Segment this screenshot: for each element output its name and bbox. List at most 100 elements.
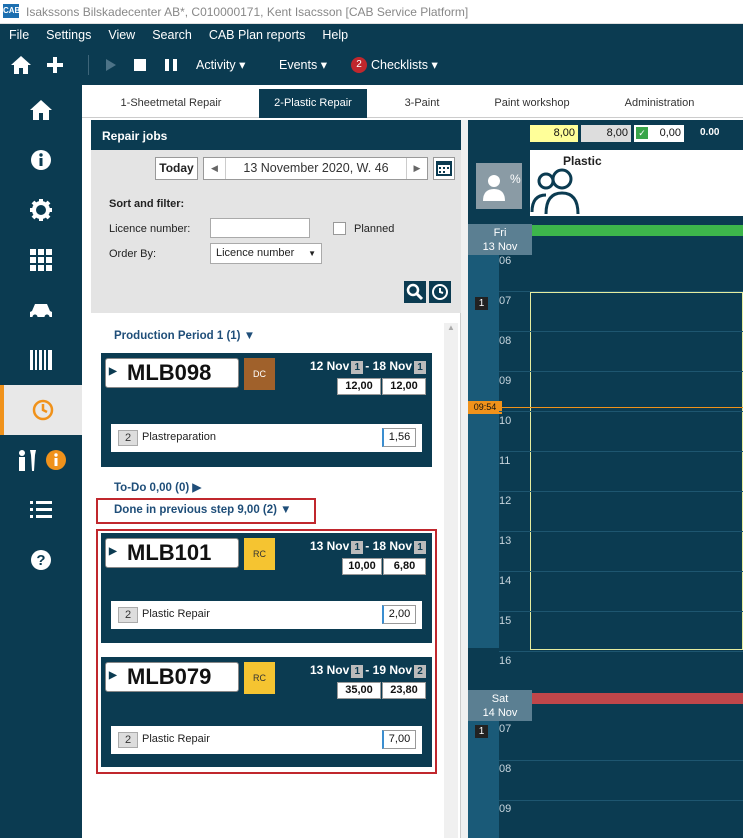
barcode-icon: [30, 350, 52, 370]
grid-icon: [30, 249, 52, 271]
svg-text:%: %: [510, 172, 521, 186]
menu-help[interactable]: Help: [322, 28, 348, 42]
tab-plastic-repair[interactable]: 2-Plastic Repair: [259, 89, 367, 118]
left-navigation: ?: [0, 85, 82, 838]
expand-icon: ▶: [109, 546, 117, 557]
hour-line: [499, 491, 743, 492]
planned-hours: 10,00: [342, 558, 382, 575]
next-day-button[interactable]: ▶: [406, 158, 427, 179]
nav-grid[interactable]: [0, 235, 82, 285]
nav-barcode[interactable]: [0, 335, 82, 385]
work-block[interactable]: [530, 292, 743, 650]
nav-home[interactable]: [0, 85, 82, 135]
today-button[interactable]: Today: [155, 157, 198, 180]
planned-checkbox[interactable]: [333, 222, 346, 235]
hour-label: 07: [499, 295, 512, 307]
hour-label: 09: [499, 803, 512, 815]
remaining-value: 0.00: [700, 127, 720, 138]
day-header-fri: Fri 13 Nov: [468, 224, 532, 255]
licence-plate: ▶ MLB079: [105, 662, 239, 692]
splitter[interactable]: [461, 120, 468, 838]
production-period-header[interactable]: Production Period 1 (1) ▼: [114, 330, 255, 342]
expand-icon: ▶: [109, 670, 117, 681]
calendar-button[interactable]: [433, 157, 455, 180]
status-badge: DC: [244, 358, 275, 390]
previous-day-button[interactable]: ◀: [204, 158, 226, 179]
hour-label: 06: [499, 255, 512, 267]
job-card-mlb101[interactable]: ▶ MLB101 RC 13 Nov 1- 18 Nov 1 10,00 6,80 2…: [101, 533, 432, 643]
events-dropdown[interactable]: Events ▾: [279, 45, 327, 85]
day-column-fri: [468, 255, 499, 648]
nav-vehicles[interactable]: [0, 285, 82, 335]
expand-icon: ▶: [109, 366, 117, 377]
activity-dropdown[interactable]: Activity ▾: [196, 45, 245, 85]
status-badge: RC: [244, 662, 275, 694]
pause-icon[interactable]: [165, 59, 177, 71]
licence-number-input[interactable]: [210, 218, 310, 238]
worker-icon: [19, 450, 36, 471]
filter-panel: Today ◀ 13 November 2020, W. 46 ▶ Sort a…: [91, 150, 461, 313]
svg-text:?: ?: [36, 552, 45, 569]
order-by-select[interactable]: Licence number ▼: [210, 243, 322, 264]
chevron-down-icon: ▼: [243, 330, 256, 342]
list-scrollbar[interactable]: ▲: [444, 323, 458, 838]
job-step-row[interactable]: 2 Plastic Repair 7,00: [111, 726, 422, 754]
planned-hours: 35,00: [337, 682, 381, 699]
menu-settings[interactable]: Settings: [46, 28, 91, 42]
nav-timeplanning-active[interactable]: [0, 385, 82, 435]
home-icon: [30, 100, 52, 120]
hour-line: [499, 411, 743, 412]
tab-sheetmetal-repair[interactable]: 1-Sheetmetal Repair: [96, 89, 246, 118]
capacity-value: 8,00: [530, 125, 578, 142]
assign-resource-button[interactable]: %: [476, 163, 522, 209]
menu-file[interactable]: File: [9, 28, 29, 42]
remaining-hours: 12,00: [382, 378, 426, 395]
planned-label: Planned: [354, 223, 395, 235]
help-icon: ?: [31, 550, 51, 570]
resource-header: Plastic: [530, 150, 743, 216]
menu-view[interactable]: View: [108, 28, 135, 42]
menu-cab-plan-reports[interactable]: CAB Plan reports: [209, 28, 306, 42]
hour-label: 07: [499, 723, 512, 735]
chevron-right-icon: ▶: [192, 482, 202, 494]
search-icon: [406, 283, 424, 301]
nav-workers[interactable]: [0, 435, 82, 485]
hour-line: [499, 331, 743, 332]
marker-badge: 1: [475, 725, 488, 738]
job-step-row[interactable]: 2 Plastreparation 1,56: [111, 424, 422, 452]
gear-icon: [30, 199, 52, 221]
planned-hours: 12,00: [337, 378, 381, 395]
job-dates: 13 Nov 1- 19 Nov 2: [310, 663, 428, 678]
reset-filter-button[interactable]: [429, 281, 451, 303]
nav-settings[interactable]: [0, 185, 82, 235]
checklists-dropdown[interactable]: Checklists ▾: [371, 45, 438, 85]
tab-administration[interactable]: Administration: [602, 89, 717, 118]
hour-label: 09: [499, 375, 512, 387]
todo-section-header[interactable]: To-Do 0,00 (0) ▶: [114, 480, 201, 494]
done-previous-step-header[interactable]: Done in previous step 9,00 (2) ▼: [114, 504, 292, 516]
search-button[interactable]: [404, 281, 426, 303]
menu-search[interactable]: Search: [152, 28, 192, 42]
hour-line: [499, 371, 743, 372]
nav-info[interactable]: [0, 135, 82, 185]
job-card-mlb079[interactable]: ▶ MLB079 RC 13 Nov 1- 19 Nov 2 35,00 23,80 …: [101, 657, 432, 767]
current-time-label: 09:54: [468, 401, 502, 414]
home-icon[interactable]: [10, 55, 32, 75]
nav-help[interactable]: ?: [0, 535, 82, 585]
play-icon[interactable]: [106, 59, 116, 71]
add-icon[interactable]: [46, 56, 64, 74]
order-by-label: Order By:: [109, 248, 157, 260]
job-step-row[interactable]: 2 Plastic Repair 2,00: [111, 601, 422, 629]
stop-icon[interactable]: [134, 59, 146, 71]
hour-line: [499, 571, 743, 572]
tab-paint-workshop[interactable]: Paint workshop: [477, 89, 587, 118]
current-date: 13 November 2020, W. 46: [243, 161, 389, 175]
job-card-mlb098[interactable]: ▶ MLB098 DC 12 Nov 1- 18 Nov 1 12,00 12,00 …: [101, 353, 432, 467]
title-bar: CAB Isakssons Bilskadecenter AB*, C01000…: [0, 0, 743, 24]
tab-paint[interactable]: 3-Paint: [377, 89, 467, 118]
hour-line: [499, 760, 743, 761]
nav-list[interactable]: [0, 485, 82, 535]
check-icon: ✓: [636, 127, 648, 139]
hour-label: 12: [499, 495, 512, 507]
job-dates: 13 Nov 1- 18 Nov 1: [310, 539, 428, 554]
